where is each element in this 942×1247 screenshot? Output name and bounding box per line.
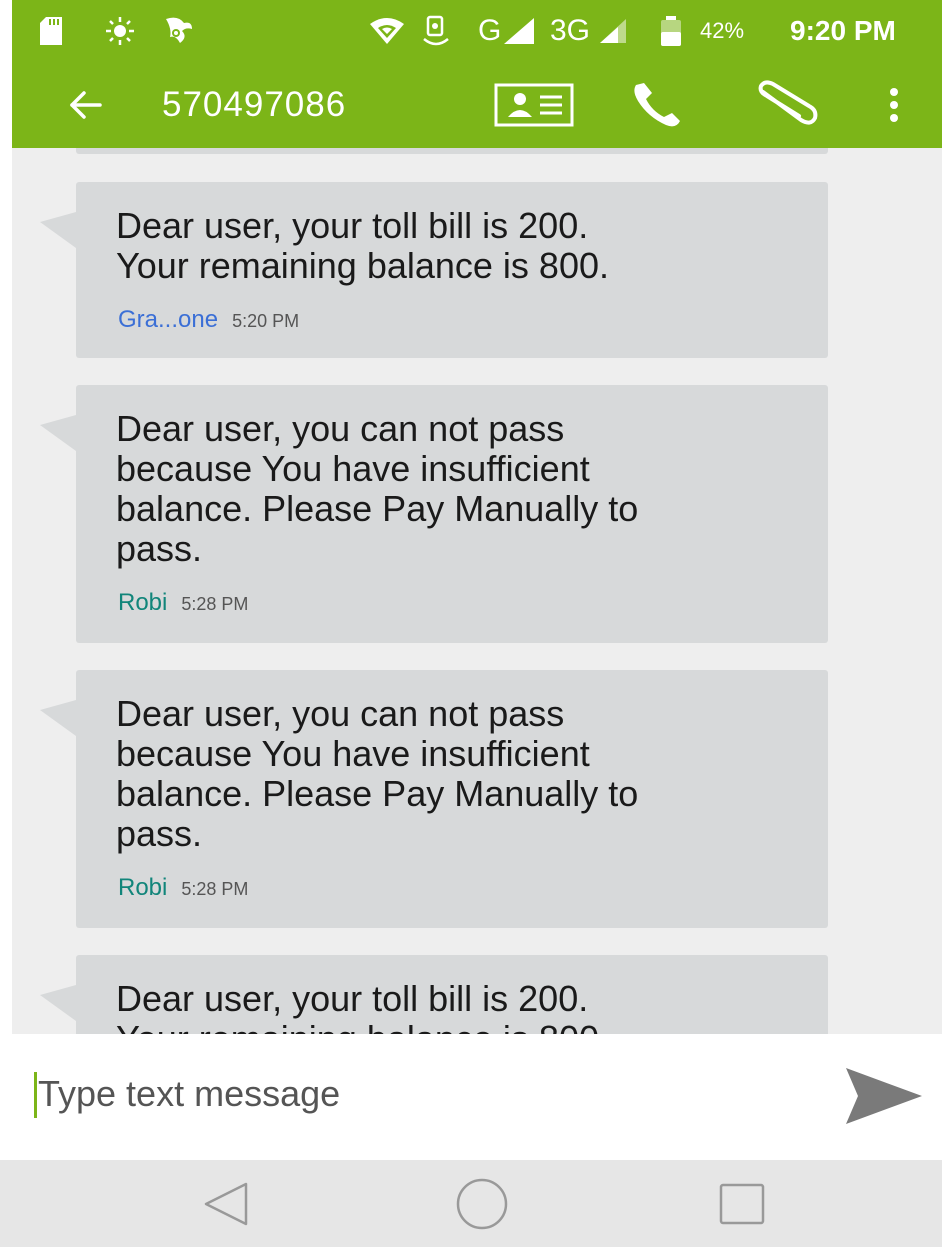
message-time: 5:28 PM <box>181 879 249 899</box>
conversation-title[interactable]: 570497086 <box>162 62 346 148</box>
bubble-tail <box>40 700 76 736</box>
compose-bar <box>0 1034 942 1160</box>
app-notification-icon <box>162 14 196 48</box>
system-nav-bar <box>0 1160 942 1247</box>
network-type-1: G <box>478 14 501 48</box>
message-text: Dear user, your toll bill is 200. Your r… <box>116 978 609 1035</box>
network-type-2: 3G <box>550 14 590 48</box>
message-sender: Robi <box>118 874 168 901</box>
back-arrow-icon[interactable] <box>62 62 110 148</box>
sync-icon <box>420 14 452 48</box>
previous-message-edge <box>76 148 828 154</box>
app-header: G 3G 42% 9:20 PM 570497086 <box>12 0 942 148</box>
battery-percent: 42% <box>700 14 744 48</box>
message-meta: Robi 5:28 PM <box>118 874 248 902</box>
attachment-icon[interactable] <box>750 62 822 148</box>
message-sender: Gra...one <box>118 306 219 333</box>
send-icon[interactable] <box>840 1064 926 1128</box>
message-bubble[interactable]: Dear user, your toll bill is 200. Your r… <box>40 182 828 358</box>
status-bar: G 3G 42% 9:20 PM <box>12 0 942 62</box>
network-type-2-label: 3G <box>550 14 591 47</box>
sd-card-icon <box>40 14 62 48</box>
clock: 9:20 PM <box>790 14 896 48</box>
message-bubble[interactable]: Dear user, you can not pass because You … <box>40 670 828 928</box>
phone-icon[interactable] <box>626 62 690 148</box>
battery-percent-label: 42% <box>700 18 745 43</box>
toolbar: 570497086 <box>12 62 942 148</box>
text-cursor <box>34 1072 37 1118</box>
message-text: Dear user, you can not pass because You … <box>116 408 639 569</box>
message-time: 5:28 PM <box>181 594 249 614</box>
message-meta: Robi 5:28 PM <box>118 589 248 617</box>
clock-label: 9:20 PM <box>790 15 896 46</box>
message-text: Dear user, you can not pass because You … <box>116 693 639 854</box>
message-bubble[interactable]: Dear user, your toll bill is 200. Your r… <box>40 955 828 1035</box>
message-list[interactable]: Dear user, your toll bill is 200. Your r… <box>12 148 942 1034</box>
message-text: Dear user, your toll bill is 200. Your r… <box>116 205 609 286</box>
contact-number: 570497086 <box>162 85 347 124</box>
bubble-tail <box>40 985 76 1021</box>
overflow-menu-icon[interactable] <box>874 62 914 148</box>
network-type-1-label: G <box>478 14 502 47</box>
message-meta: Gra...one 5:20 PM <box>118 306 299 334</box>
bubble-tail <box>40 212 76 248</box>
back-nav-icon[interactable] <box>194 1174 258 1234</box>
brightness-icon <box>104 14 136 48</box>
message-sender: Robi <box>118 589 168 616</box>
battery-icon <box>660 14 682 48</box>
signal-icon-2 <box>598 14 628 48</box>
contact-card-icon[interactable] <box>492 62 576 148</box>
message-bubble[interactable]: Dear user, you can not pass because You … <box>40 385 828 643</box>
recents-nav-icon[interactable] <box>710 1174 774 1234</box>
signal-icon <box>502 14 536 48</box>
message-input[interactable] <box>32 1062 812 1126</box>
wifi-icon <box>368 14 406 48</box>
home-nav-icon[interactable] <box>450 1174 514 1234</box>
message-time: 5:20 PM <box>232 311 300 331</box>
bubble-tail <box>40 415 76 451</box>
